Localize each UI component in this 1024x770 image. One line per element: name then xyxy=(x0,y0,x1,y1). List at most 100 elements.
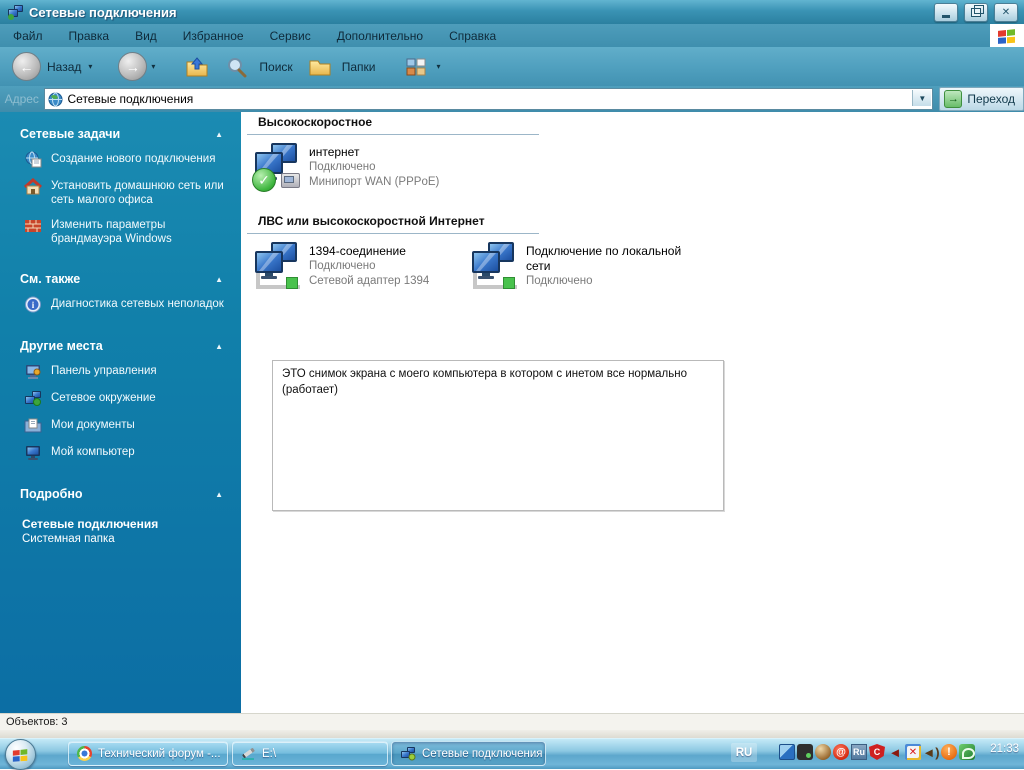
sidebar-item-new-connection[interactable]: Создание нового подключения xyxy=(24,151,227,168)
connection-name: 1394-соединение xyxy=(309,244,406,258)
minimize-button[interactable] xyxy=(934,3,958,22)
collapse-icon[interactable]: ▲ xyxy=(215,130,223,139)
removable-device-icon[interactable] xyxy=(797,744,813,760)
title-bar: Сетевые подключения ✕ xyxy=(0,0,1024,24)
taskbar-item-browser[interactable]: Технический форум -... xyxy=(68,741,228,766)
shield-icon[interactable]: C xyxy=(869,744,885,760)
folders-button[interactable]: Папки xyxy=(304,56,379,78)
toolbar: ← Назад ▾ → ▾ Поиск Папки ▾ xyxy=(0,47,1024,87)
collapse-icon[interactable]: ▲ xyxy=(215,490,223,499)
connection-name: Подключение по локальной сети xyxy=(526,244,682,273)
forward-dropdown[interactable]: ▾ xyxy=(151,62,155,71)
network-error-icon[interactable]: ✕ xyxy=(905,744,921,760)
connection-status: Подключено xyxy=(309,161,376,173)
firewall-icon xyxy=(25,220,41,232)
sidebar-item-my-documents[interactable]: Мои документы xyxy=(24,418,227,434)
search-label: Поиск xyxy=(259,59,293,74)
connection-device: Минипорт WAN (PPPoE) xyxy=(309,176,440,188)
volume-icon[interactable]: ◄) xyxy=(922,744,939,760)
sidebar-item-network-places[interactable]: Сетевое окружение xyxy=(24,391,227,407)
language-indicator[interactable]: RU xyxy=(731,743,757,762)
menu-edit[interactable]: Правка xyxy=(56,24,123,47)
annotation-note: ЭТО снимок экрана с моего компьютера в к… xyxy=(272,360,724,511)
address-bar: Адрес Сетевые подключения ▼ → Переход xyxy=(0,86,1024,112)
connected-check-icon: ✓ xyxy=(252,168,276,192)
views-dropdown[interactable]: ▾ xyxy=(436,62,440,71)
section-details[interactable]: Подробно ▲ xyxy=(20,487,223,501)
collapse-icon[interactable]: ▲ xyxy=(215,275,223,284)
network-tray-icon[interactable] xyxy=(779,744,795,760)
start-button[interactable] xyxy=(5,739,36,770)
download-master-icon[interactable]: @ xyxy=(833,744,849,760)
info-icon: i xyxy=(25,296,41,313)
details-subtitle: Системная папка xyxy=(22,533,115,545)
home-network-icon xyxy=(24,178,42,195)
go-button[interactable]: → Переход xyxy=(939,87,1024,111)
details-panel: Сетевые подключения Системная папка xyxy=(22,517,227,547)
details-title: Сетевые подключения xyxy=(22,517,159,531)
status-text: Объектов: 3 xyxy=(6,716,68,728)
my-documents-icon xyxy=(24,418,42,433)
group-header-broadband: Высокоскоростное xyxy=(247,115,539,135)
sidebar-item-home-network[interactable]: Установить домашнюю сеть или сеть малого… xyxy=(24,178,227,207)
views-icon xyxy=(406,58,426,75)
restore-button[interactable] xyxy=(964,3,988,22)
connection-internet[interactable]: ✓ интернет Подключено Минипорт WAN (PPPo… xyxy=(252,142,440,192)
menu-advanced[interactable]: Дополнительно xyxy=(324,24,436,47)
collapse-icon[interactable]: ▲ xyxy=(215,342,223,351)
editor-icon xyxy=(241,746,256,761)
back-dropdown[interactable]: ▾ xyxy=(88,62,92,71)
menu-help[interactable]: Справка xyxy=(436,24,509,47)
my-computer-icon xyxy=(26,446,40,460)
section-other-places[interactable]: Другие места ▲ xyxy=(20,339,223,353)
nvidia-icon[interactable] xyxy=(959,744,975,760)
status-bar: Объектов: 3 xyxy=(0,713,1024,730)
sidebar-item-network-diagnostics[interactable]: i Диагностика сетевых неполадок xyxy=(24,296,227,313)
punto-switcher-icon[interactable]: Ru xyxy=(851,744,867,760)
taskbar-clock[interactable]: 21:33 xyxy=(990,743,1019,755)
windows-flag-logo xyxy=(990,24,1024,47)
menu-favorites[interactable]: Избранное xyxy=(170,24,257,47)
connection-lan[interactable]: Подключение по локальной сети Подключено xyxy=(471,241,696,289)
address-dropdown-button[interactable]: ▼ xyxy=(912,90,932,106)
go-label: Переход xyxy=(967,92,1015,106)
section-see-also[interactable]: См. также ▲ xyxy=(20,272,223,286)
main-content: Высокоскоростное ✓ интернет Подключено М… xyxy=(241,112,1024,713)
address-label: Адрес xyxy=(4,92,39,106)
connection-status: Подключено xyxy=(309,260,376,272)
menu-file[interactable]: Файл xyxy=(0,24,56,47)
section-network-tasks[interactable]: Сетевые задачи ▲ xyxy=(20,127,223,141)
sidebar-item-control-panel[interactable]: Панель управления xyxy=(24,364,227,380)
close-button[interactable]: ✕ xyxy=(994,3,1018,22)
go-arrow-icon: → xyxy=(944,90,963,108)
chrome-icon xyxy=(77,746,92,761)
up-button[interactable] xyxy=(181,56,213,78)
menu-view[interactable]: Вид xyxy=(122,24,170,47)
globe-icon xyxy=(48,92,62,106)
back-icon: ← xyxy=(12,52,41,81)
forward-button[interactable]: → ▾ xyxy=(118,52,159,81)
back-label: Назад xyxy=(47,59,82,74)
connection-status: Подключено xyxy=(526,275,593,287)
connection-device: Сетевой адаптер 1394 xyxy=(309,275,430,287)
search-button[interactable]: Поиск xyxy=(221,56,295,78)
views-button[interactable]: ▾ xyxy=(400,56,444,78)
back-button[interactable]: ← Назад ▾ xyxy=(4,52,96,81)
connection-1394[interactable]: 1394-соединение Подключено Сетевой адапт… xyxy=(254,241,429,289)
sidebar-item-my-computer[interactable]: Мой компьютер xyxy=(24,445,227,461)
start-flag-icon xyxy=(12,748,28,762)
folder-up-icon xyxy=(186,56,208,76)
search-icon xyxy=(228,57,247,77)
forward-icon: → xyxy=(118,52,148,81)
address-input[interactable]: Сетевые подключения ▼ xyxy=(43,88,934,110)
taskbar-item-network-connections[interactable]: Сетевые подключения xyxy=(391,741,546,766)
warning-icon[interactable]: ! xyxy=(941,744,957,760)
app-orb-icon[interactable] xyxy=(815,744,831,760)
volume-muted-icon[interactable]: ◄ xyxy=(887,744,903,760)
menu-tools[interactable]: Сервис xyxy=(257,24,324,47)
connected-indicator-icon xyxy=(503,277,515,289)
taskbar-item-drive-e[interactable]: E:\ xyxy=(232,741,388,766)
network-icon xyxy=(401,746,416,760)
sidebar-item-firewall-settings[interactable]: Изменить параметры брандмауэра Windows xyxy=(24,218,227,246)
connected-indicator-icon xyxy=(286,277,298,289)
